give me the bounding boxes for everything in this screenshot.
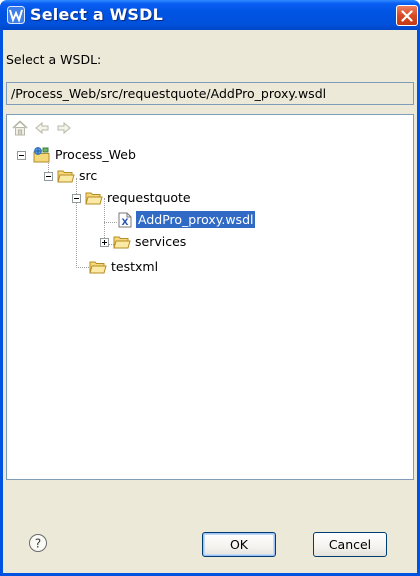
- forward-arrow-icon[interactable]: [55, 119, 73, 137]
- tree-connector: [104, 222, 117, 224]
- web-project-icon: [33, 147, 50, 163]
- collapse-toggle[interactable]: [17, 151, 26, 160]
- app-logo-icon: [7, 6, 25, 24]
- tree-node-requestquote[interactable]: requestquote: [72, 190, 272, 208]
- open-folder-icon: [85, 192, 103, 205]
- tree-label-project: Process_Web: [55, 147, 136, 162]
- tree-label-wsdl-file: AddPro_proxy.wsdl: [136, 211, 256, 228]
- expand-toggle[interactable]: [100, 238, 109, 247]
- selected-path-field[interactable]: /Process_Web/src/requestquote/AddPro_pro…: [6, 82, 414, 105]
- tree-label-services: services: [135, 234, 187, 249]
- tree-node-src[interactable]: src: [44, 168, 194, 186]
- ok-button[interactable]: OK: [202, 532, 276, 557]
- close-button[interactable]: [396, 5, 418, 26]
- collapse-toggle[interactable]: [72, 194, 81, 203]
- window-title: Select a WSDL: [30, 5, 164, 24]
- help-icon[interactable]: ?: [28, 533, 48, 553]
- tree-connector: [76, 267, 89, 269]
- wsdl-file-icon: X: [118, 212, 132, 228]
- tree-node-wsdl-file[interactable]: X AddPro_proxy.wsdl: [118, 211, 318, 230]
- tree-node-services[interactable]: services: [100, 234, 300, 252]
- tree-label-testxml: testxml: [111, 259, 159, 274]
- source-folder-icon: [57, 170, 75, 183]
- prompt-label: Select a WSDL:: [6, 52, 102, 67]
- dialog-window: Select a WSDL Select a WSDL: /Process_We…: [0, 0, 420, 576]
- back-arrow-icon[interactable]: [33, 119, 51, 137]
- close-icon: [401, 10, 413, 22]
- svg-text:?: ?: [35, 537, 41, 551]
- folder-icon: [89, 261, 107, 274]
- collapse-toggle[interactable]: [44, 172, 53, 181]
- tree-node-project[interactable]: Process_Web: [17, 147, 217, 165]
- folder-icon: [113, 236, 131, 249]
- dialog-body: Select a WSDL: /Process_Web/src/requestq…: [3, 30, 417, 573]
- tree-label-requestquote: requestquote: [107, 190, 191, 205]
- home-icon[interactable]: [11, 119, 29, 137]
- svg-text:X: X: [122, 218, 129, 228]
- cancel-button[interactable]: Cancel: [313, 532, 387, 557]
- wsdl-tree-panel[interactable]: Process_Web src requestquote X AddPro_pr…: [6, 114, 414, 480]
- tree-node-testxml[interactable]: testxml: [89, 259, 289, 277]
- tree-label-src: src: [79, 168, 98, 183]
- title-bar[interactable]: Select a WSDL: [0, 0, 420, 30]
